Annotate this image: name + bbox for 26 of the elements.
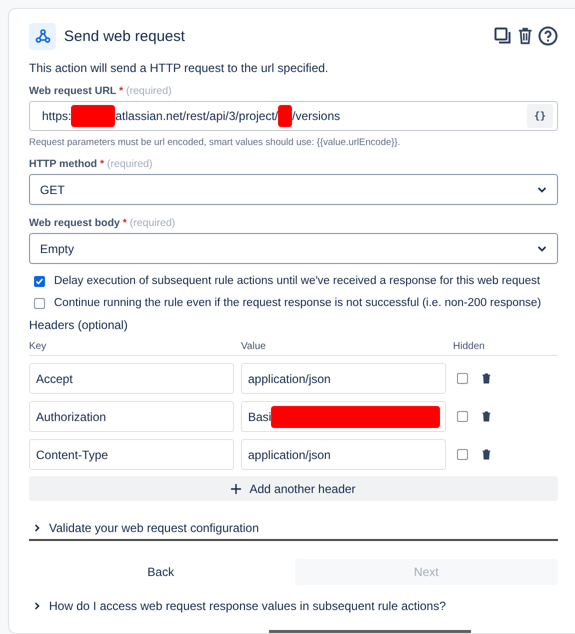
url-input-field[interactable]: https: atlassian.net/rest/api/3/project/ /versions {}: [29, 101, 558, 131]
section-heading: Headers (optional): [29, 318, 129, 332]
key-input-field[interactable]: Content-Type: [29, 439, 234, 470]
select-field[interactable]: GET: [29, 174, 558, 205]
column-header: Value: [241, 341, 267, 352]
value-input-field[interactable]: application/json: [241, 363, 446, 394]
value-input-field[interactable]: application/json: [241, 439, 446, 470]
select-field[interactable]: Empty: [29, 233, 558, 264]
action-description: This action will send a HTTP request to the url specified.: [29, 61, 330, 75]
wizard-button[interactable]: Back: [29, 559, 292, 585]
column-header: Hidden: [453, 341, 486, 352]
key-input-field[interactable]: Accept: [29, 363, 234, 394]
helper-text: Request parameters must be url encoded, smart values should use: {{value.urlEncode}}.: [29, 137, 402, 148]
validate-expander[interactable]: Validate your web request configuration: [29, 521, 558, 541]
key-input-field[interactable]: Authorization: [29, 401, 234, 432]
checkbox-label: Continue running the rule even if the request response is not successful (i.e. non-200 response): [54, 297, 542, 309]
value-input-field[interactable]: Basi: [241, 401, 446, 432]
field-label: Web request body * (required): [29, 217, 176, 229]
column-header: Key: [29, 341, 48, 352]
action-title: Send web request: [64, 28, 186, 44]
add-header-button[interactable]: Add another header: [29, 476, 558, 501]
faq-expander[interactable]: How do I access web request response values in subsequent rule actions?: [29, 599, 558, 617]
checkbox-label: Delay execution of subsequent rule actions until we've received a response for this web request: [54, 275, 540, 287]
field-label: Web request URL * (required): [29, 85, 173, 97]
smart-value-button[interactable]: {}: [527, 104, 553, 128]
field-label: HTTP method * (required): [29, 158, 154, 170]
